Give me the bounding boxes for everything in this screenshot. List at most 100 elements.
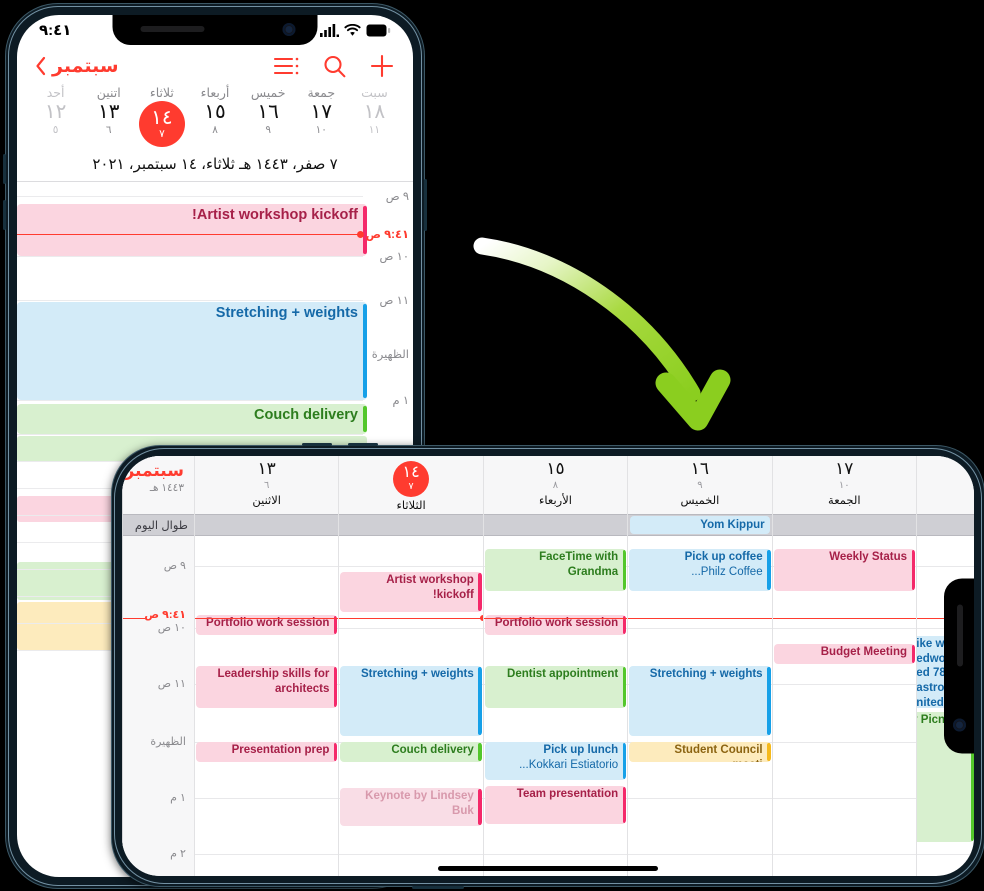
list-icon[interactable] [273,55,300,77]
volume-up-button[interactable] [302,443,332,446]
calendar-event[interactable]: Artist workshop kickoff! [340,572,482,612]
calendar-event[interactable]: Leadership skills for architects [195,666,338,708]
event-title: Couch delivery [391,744,474,756]
home-indicator[interactable] [438,866,658,871]
full-date-label: ٧ صفر، ١٤٤٣ هـ ثلاثاء، ١٤ سبتمبر، ٢٠٢١ [92,156,338,173]
current-time-line [194,618,339,619]
all-day-row[interactable] [339,514,483,536]
event-color-bar [622,667,627,707]
week-day-hijri: ٧ [159,127,165,140]
current-time-line [17,234,361,235]
calendar-event[interactable]: Stretching + weights [17,302,367,400]
plus-icon[interactable] [369,53,395,79]
week-view[interactable]: Hike withRedwood7867 RedCastro VaUnited … [122,456,974,876]
volume-down-button[interactable] [3,200,6,230]
all-day-event[interactable]: Yom Kippur [630,516,770,534]
day-column-١٣[interactable]: ١٣ ٦ الاثنين Portfolio work session Leadersh… [193,456,339,876]
day-body[interactable]: FaceTime with Grandma Portfolio work sess… [483,536,628,876]
power-button[interactable] [412,886,464,889]
week-day-١٥[interactable]: أربعاء ١٥ ٨ [188,85,241,147]
event-title: Artist workshop kickoff! [192,207,358,223]
day-header[interactable]: ١٧ ١٠ الجمعة [772,456,916,514]
event-color-bar [767,743,771,761]
day-column-١٥[interactable]: ١٥ ٨ الأربعاء FaceTime with Grandma Portfoli… [482,456,628,876]
week-day-١٣[interactable]: اتنين ١٣ ٦ [82,85,135,147]
event-color-bar [333,743,338,761]
day-number: ١٦ [690,459,710,478]
event-title: Dentist appointment [507,668,619,680]
day-number: ١٥ [546,459,565,478]
calendar-event[interactable]: Student Council meeti... [629,742,771,762]
event-color-bar [478,573,482,611]
event-color-bar [622,550,627,590]
calendar-event[interactable]: Couch delivery [340,742,482,762]
day-header [917,456,974,514]
day-column-١٦[interactable]: ١٦ ٩ الخميس Yom Kippur Pick up coffee Philz C… [627,456,772,876]
calendar-event[interactable]: Couch delivery [17,404,367,434]
all-day-row[interactable] [917,514,974,536]
week-strip[interactable]: سبت ١٨ ١١ جمعة ١٧ ١٠ خميس ١٦ ٩ أربعاء ١٥ ٨ ثلاثاء ١٤ ٧… [17,83,413,147]
screenshot-stage: ٩:٤١ سبتمبر سبت ١٨ ١١ جمعة ١٧ ١٠ خميس ١٦… [0,0,984,891]
calendar-event[interactable]: Weekly Status [773,549,915,591]
day-number: ١٧ [835,459,854,478]
hour-label: ١ م [392,395,409,407]
all-day-row[interactable] [194,514,339,536]
event-title: Pick up lunch [543,744,619,756]
current-time-label: ٩:٤١ ص [365,229,409,241]
volume-down-button[interactable] [348,443,378,446]
day-header[interactable]: ١٦ ٩ الخميس [628,456,772,514]
calendar-event[interactable]: Keynote by Lindsey Buk [340,788,482,826]
day-column-١٧[interactable]: ١٧ ١٠ الجمعة Weekly Status Budget Meeting [771,456,916,876]
hour-gridline [772,628,916,629]
day-body[interactable]: Pick up coffee Philz Coffee... Stretching … [628,536,772,876]
all-day-row[interactable]: Yom Kippur [628,514,772,536]
day-header[interactable]: ١٣ ٦ الاثنين [194,456,339,514]
calendar-event[interactable]: Artist workshop kickoff! [17,204,367,256]
week-day-١٤[interactable]: ثلاثاء ١٤ ٧ [135,85,188,147]
event-title: Budget Meeting [820,646,907,658]
event-title: Artist workshop kickoff! [386,574,474,601]
day-name: الخميس [680,494,720,507]
event-title: Stretching + weights [215,305,358,321]
cellular-bars-icon [320,23,339,37]
calendar-event[interactable]: Presentation prep [195,742,338,762]
hour-label: ١٠ ص [157,622,186,634]
event-title: Leadership skills for architects [217,668,330,695]
calendar-event[interactable]: Dentist appointment [484,666,627,708]
calendar-event[interactable]: Pick up lunch Kokkari Estiatorio... [484,742,627,780]
day-column-١٤[interactable]: ١٤ ٧ الثلاثاء Artist workshop kickoff! Stret… [338,456,483,876]
week-day-١٢[interactable]: أحد ١٢ ٥ [29,85,82,147]
hour-gridline [194,854,339,855]
week-day-١٦[interactable]: خميس ١٦ ٩ [242,85,295,147]
hour-label: الظهيرة [150,736,186,748]
day-name: الأربعاء [539,494,572,507]
all-day-row[interactable] [483,514,628,536]
calendar-event[interactable]: Pick up coffee Philz Coffee... [629,549,771,591]
all-day-row[interactable] [772,514,916,536]
hour-label: ٩ ص [163,560,186,572]
day-body[interactable]: Weekly Status Budget Meeting [772,536,916,876]
chevron-left-icon[interactable] [35,56,48,76]
calendar-event[interactable]: Stretching + weights [340,666,482,736]
calendar-event[interactable]: Stretching + weights [629,666,771,736]
week-day-١٧[interactable]: جمعة ١٧ ١٠ [295,85,348,147]
day-header[interactable]: ١٥ ٨ الأربعاء [483,456,628,514]
day-body[interactable]: Portfolio work session Leadership skills … [194,536,339,876]
volume-up-button[interactable] [3,154,6,184]
calendar-event[interactable]: FaceTime with Grandma [484,549,627,591]
day-body[interactable]: Artist workshop kickoff! Stretching + wei… [339,536,483,876]
search-icon[interactable] [322,54,347,79]
week-day-١٨[interactable]: سبت ١٨ ١١ [348,85,401,147]
power-button[interactable] [424,179,427,231]
current-time-dot [479,615,483,621]
calendar-event[interactable]: Budget Meeting [773,644,915,664]
month-navigator[interactable]: سبتمبر [35,55,119,78]
hour-label: ١١ ص [379,295,409,307]
hijri-year-label: ١٤٤٣ هـ [149,481,184,494]
day-name: الثلاثاء [396,500,426,512]
event-color-bar [363,406,367,432]
week-day-hijri: ٨ [212,124,218,136]
day-header[interactable]: ١٤ ٧ الثلاثاء [339,456,483,514]
event-title: Stretching + weights [649,668,763,680]
calendar-event[interactable]: Team presentation [484,786,627,824]
